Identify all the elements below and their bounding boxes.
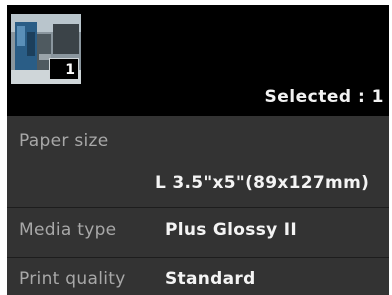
printer-lcd-screen: 1 Selected : 1 Paper size L 3.5"x5"(89x1… [7,5,389,295]
setting-row-paper-size[interactable]: Paper size L 3.5"x5"(89x127mm) [7,116,389,207]
setting-row-media-type[interactable]: Media type Plus Glossy II [7,208,389,257]
selected-count-label: Selected : 1 [264,87,384,107]
print-settings-panel: Paper size L 3.5"x5"(89x127mm) Media typ… [7,116,389,295]
paper-size-value: L 3.5"x5"(89x127mm) [155,173,370,193]
photo-thumbnail[interactable]: 1 [11,14,81,84]
print-quality-label: Print quality [19,269,126,289]
paper-size-label: Paper size [19,131,109,151]
media-type-label: Media type [19,220,117,240]
media-type-value: Plus Glossy II [165,220,297,240]
setting-row-print-quality[interactable]: Print quality Standard [7,258,389,295]
print-quality-value: Standard [165,269,256,289]
selection-header: 1 Selected : 1 [7,5,389,116]
image-count-badge: 1 [49,58,79,80]
